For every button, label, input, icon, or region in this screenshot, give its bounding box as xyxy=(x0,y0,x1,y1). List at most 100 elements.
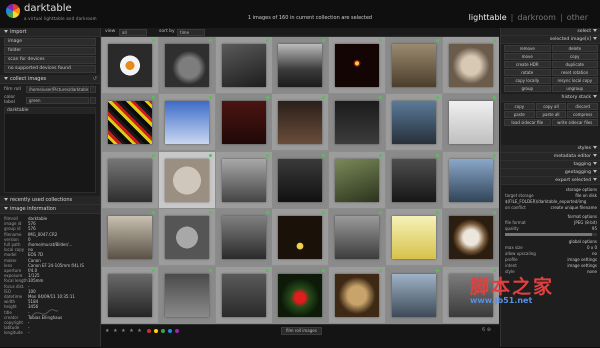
thumbnail-cell[interactable] xyxy=(102,209,158,266)
load-sidecar-button[interactable]: load sidecar file xyxy=(504,119,551,126)
allow-upscaling-row[interactable]: allow upscaling no xyxy=(505,251,597,256)
write-sidecar-button[interactable]: write sidecar files xyxy=(551,119,598,126)
quality-row[interactable]: quality 95 xyxy=(505,226,597,231)
thumbnail-cell[interactable] xyxy=(386,209,442,266)
thumbnail-cell[interactable] xyxy=(272,94,329,151)
thumbnail-cell[interactable] xyxy=(329,94,386,151)
history-copy-button[interactable]: copy xyxy=(504,103,535,110)
thumbnail-cell[interactable] xyxy=(386,151,442,208)
selected-action-button[interactable]: duplicate xyxy=(551,61,598,68)
selected-action-button[interactable]: group xyxy=(504,85,551,92)
thumbnail-cell[interactable] xyxy=(442,151,499,208)
quality-slider[interactable] xyxy=(505,233,597,236)
selected-action-button[interactable]: rotate xyxy=(504,69,551,76)
thumbnail-cell[interactable] xyxy=(386,266,442,323)
selected-action-button[interactable]: copy locally xyxy=(504,77,551,84)
thumbnail-cell[interactable] xyxy=(215,209,272,266)
tagging-header[interactable]: tagging xyxy=(501,161,600,169)
thumbnail-cell[interactable] xyxy=(329,151,386,208)
thumbnail-cell[interactable] xyxy=(158,266,215,323)
layout-selector[interactable]: film roll images xyxy=(281,327,322,335)
collect-section-header[interactable]: collect images ↺ xyxy=(0,75,100,84)
export-path-field[interactable]: $(FILE_FOLDER)/darktable_exported/img xyxy=(505,199,597,204)
film-roll-remove-button[interactable] xyxy=(90,86,96,93)
profile-row[interactable]: profile image settings xyxy=(505,257,597,262)
thumbnail-cell[interactable] xyxy=(272,209,329,266)
view-other[interactable]: other xyxy=(567,13,588,22)
view-darkroom[interactable]: darkroom xyxy=(517,13,556,22)
import-image-button[interactable]: image xyxy=(4,38,96,46)
thumbnail-cell[interactable] xyxy=(272,37,329,93)
selected-action-button[interactable]: create HDR xyxy=(504,61,551,68)
metadata-editor-header[interactable]: metadata editor xyxy=(501,153,600,161)
image-information-header[interactable]: image information xyxy=(0,205,100,214)
thumbnail-cell[interactable] xyxy=(329,37,386,93)
target-storage-row[interactable]: target storage file on disk xyxy=(505,193,597,198)
thumbnail-cell[interactable] xyxy=(215,151,272,208)
sort-by-dropdown[interactable]: time xyxy=(177,29,205,36)
color-label-field[interactable]: green xyxy=(26,96,89,104)
selected-action-button[interactable]: ungroup xyxy=(551,85,598,92)
selected-images-header[interactable]: selected image[s] xyxy=(501,36,600,44)
selected-action-button[interactable]: reset rotation xyxy=(551,69,598,76)
color-label-dot[interactable] xyxy=(175,329,179,333)
file-format-row[interactable]: file format JPEG (8-bit) xyxy=(505,220,597,225)
history-paste-button[interactable]: paste xyxy=(504,111,535,118)
view-lighttable[interactable]: lighttable xyxy=(469,13,507,22)
on-conflict-row[interactable]: on conflict create unique filename xyxy=(505,205,597,210)
film-roll-row: film roll /home/user/Pictures/darktable_… xyxy=(4,86,96,93)
view-filter-dropdown[interactable]: all xyxy=(119,29,147,36)
color-label-dot[interactable] xyxy=(168,329,172,333)
reset-icon[interactable]: ↺ xyxy=(93,75,97,83)
max-size-row[interactable]: max size 0 x 0 xyxy=(505,245,597,250)
history-discard-button[interactable]: discard xyxy=(567,103,598,110)
zoom-control[interactable]: 6 ⊕ xyxy=(482,327,491,333)
thumbnail-cell[interactable] xyxy=(102,266,158,323)
history-stack-header[interactable]: history stack xyxy=(501,94,600,102)
thumbnail-cell[interactable] xyxy=(386,37,442,93)
thumbnail-cell[interactable] xyxy=(102,151,158,208)
thumbnail-cell[interactable] xyxy=(272,151,329,208)
thumbnail-cell[interactable] xyxy=(158,151,215,208)
selected-action-button[interactable]: move xyxy=(504,53,551,60)
thumbnail-cell[interactable] xyxy=(215,266,272,323)
thumbnail-cell[interactable] xyxy=(442,37,499,93)
selected-action-button[interactable]: remove xyxy=(504,45,551,52)
color-label-dot[interactable] xyxy=(154,329,158,333)
selected-action-button[interactable]: delete xyxy=(551,45,598,52)
thumbnail-cell[interactable] xyxy=(102,94,158,151)
thumbnail-cell[interactable] xyxy=(215,94,272,151)
thumbnail-cell[interactable] xyxy=(329,266,386,323)
import-section-header[interactable]: import xyxy=(0,28,100,37)
rating-filter[interactable]: ★ ★ ★ ★ ★ xyxy=(105,328,143,334)
color-label-dot[interactable] xyxy=(161,329,165,333)
thumbnail-cell[interactable] xyxy=(386,94,442,151)
selected-action-button[interactable]: resync local copy xyxy=(551,77,598,84)
thumbnail-cell[interactable] xyxy=(102,37,158,93)
film-roll-field[interactable]: /home/user/Pictures/darktable_pro xyxy=(26,86,89,93)
thumbnail-cell[interactable] xyxy=(272,266,329,323)
history-compress-button[interactable]: compress xyxy=(567,111,598,118)
history-paste-all-button[interactable]: paste all xyxy=(535,111,567,118)
thumbnail-cell[interactable] xyxy=(158,94,215,151)
select-section-header[interactable]: select xyxy=(501,28,600,36)
export-selected-header[interactable]: export selected xyxy=(501,177,600,185)
thumbnail-cell[interactable] xyxy=(442,94,499,151)
thumbnail-cell[interactable] xyxy=(442,209,499,266)
selected-action-button[interactable]: copy xyxy=(551,53,598,60)
list-item[interactable]: darktable xyxy=(5,108,95,114)
history-copy-all-button[interactable]: copy all xyxy=(535,103,567,110)
color-label-remove-button[interactable] xyxy=(90,96,96,104)
collection-list[interactable]: darktable xyxy=(4,107,96,193)
thumbnail-cell[interactable] xyxy=(215,37,272,93)
scan-devices-button[interactable]: scan for devices xyxy=(4,56,96,64)
thumbnail-cell[interactable] xyxy=(158,209,215,266)
intent-row[interactable]: intent image settings xyxy=(505,263,597,268)
color-label-dot[interactable] xyxy=(147,329,151,333)
import-folder-button[interactable]: folder xyxy=(4,47,96,55)
geotagging-header[interactable]: geotagging xyxy=(501,169,600,177)
styles-header[interactable]: styles xyxy=(501,145,600,153)
thumbnail-cell[interactable] xyxy=(158,37,215,93)
thumbnail-cell[interactable] xyxy=(329,209,386,266)
recent-collections-header[interactable]: recently used collections xyxy=(0,196,100,205)
